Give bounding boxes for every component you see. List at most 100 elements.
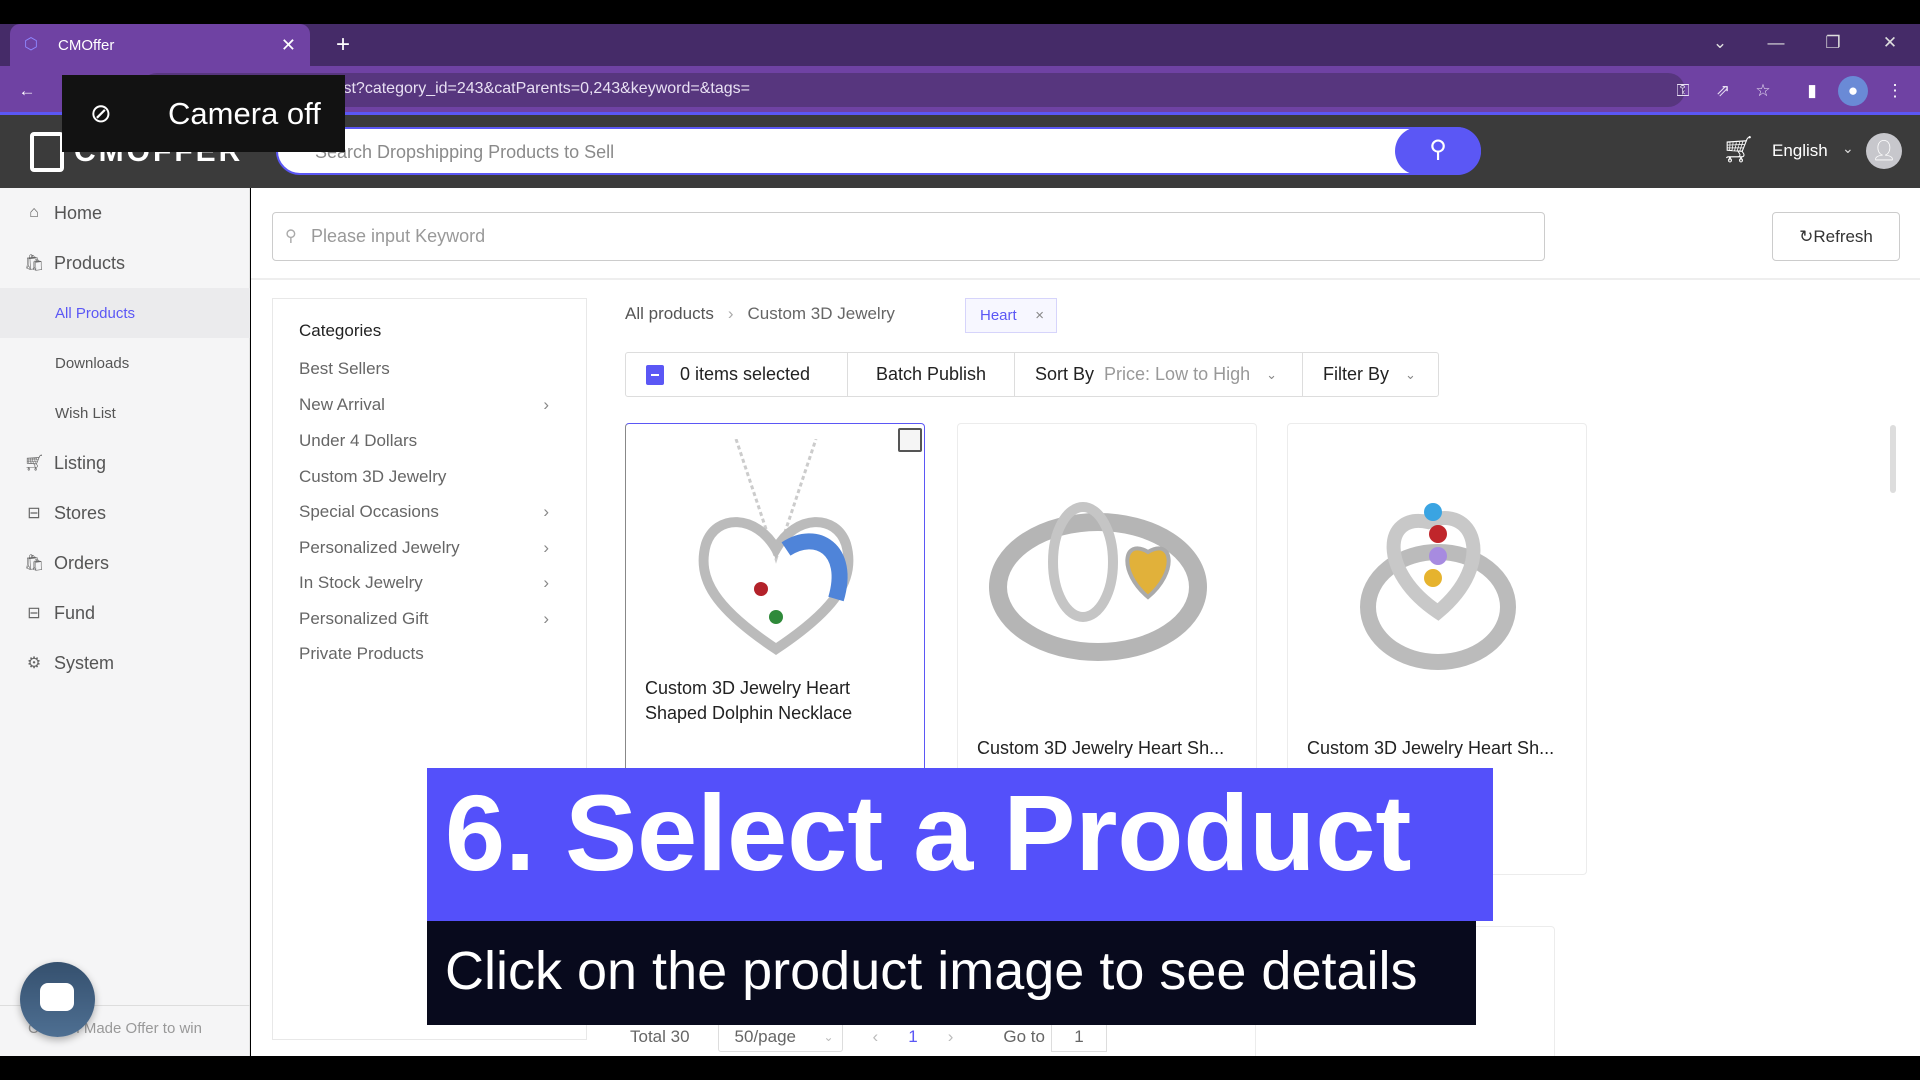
chevron-right-icon: › — [727, 304, 734, 323]
key-icon[interactable]: ⚿ — [1668, 76, 1698, 106]
chevron-right-icon[interactable]: › — [543, 538, 549, 558]
chevron-right-icon[interactable]: › — [543, 502, 549, 522]
side-panel-icon[interactable]: ▮ — [1797, 76, 1827, 106]
close-tab-icon[interactable]: ✕ — [281, 35, 296, 56]
breadcrumb: All products › Custom 3D Jewelry — [625, 304, 895, 324]
back-icon[interactable]: ← — [12, 76, 42, 106]
profile-icon[interactable]: ● — [1838, 76, 1868, 106]
sidebar-item-stores[interactable]: ⊟ Stores — [0, 488, 250, 538]
category-item[interactable]: Best Sellers — [299, 359, 549, 379]
header-search-button[interactable]: ⚲ — [1395, 127, 1481, 175]
filter-tag[interactable]: Heart × — [965, 298, 1057, 333]
sidebar-item-label: Listing — [54, 452, 107, 473]
camera-off-overlay: ⊘ Camera off — [62, 75, 345, 152]
sidebar-item-home[interactable]: ⌂ Home — [0, 188, 250, 238]
scrollbar[interactable] — [1890, 425, 1896, 493]
search-icon: ⚲ — [1429, 136, 1447, 163]
filter-label: Filter By — [1323, 364, 1390, 384]
chevron-right-icon[interactable]: › — [543, 395, 549, 415]
category-item[interactable]: Personalized Jewelry › — [299, 538, 549, 558]
language-select[interactable]: English — [1772, 141, 1828, 161]
store-icon: ⊟ — [27, 605, 41, 622]
product-image[interactable] — [988, 464, 1228, 689]
cart-icon: 🛒︎ — [24, 455, 45, 472]
tab-title: CMOffer — [58, 36, 115, 54]
product-image[interactable] — [656, 439, 896, 664]
sort-value: Price: Low to High — [1104, 364, 1251, 384]
sidebar-item-fund[interactable]: ⊟ Fund — [0, 588, 250, 638]
menu-kebab-icon[interactable]: ⋮ — [1880, 76, 1910, 106]
refresh-label: Refresh — [1813, 227, 1873, 246]
sidebar-item-products[interactable]: 🛍︎ Products — [0, 238, 250, 288]
select-all-checkbox[interactable] — [646, 364, 664, 385]
product-name[interactable]: Custom 3D Jewelry Heart Sh... — [1307, 736, 1567, 761]
bag-icon: 🛍︎ — [24, 555, 45, 572]
category-label: In Stock Jewelry — [299, 573, 423, 592]
chevron-right-icon[interactable]: › — [543, 609, 549, 629]
sidebar-item-system[interactable]: ⚙ System — [0, 638, 250, 688]
sidebar-item-listing[interactable]: 🛒︎ Listing — [0, 438, 250, 488]
sidebar-item-orders[interactable]: 🛍︎ Orders — [0, 538, 250, 588]
header-search-input[interactable]: Search Dropshipping Products to Sell — [276, 127, 1481, 175]
sidebar-item-wish-list[interactable]: Wish List — [0, 388, 250, 438]
product-checkbox[interactable] — [898, 428, 922, 452]
product-name[interactable]: Custom 3D Jewelry Heart Sh... — [977, 736, 1237, 761]
sidebar-item-label: Stores — [54, 502, 107, 523]
bottom-bar — [0, 1056, 1920, 1080]
sort-select[interactable]: Sort By Price: Low to High ⌄ — [1015, 353, 1303, 396]
cart-icon[interactable]: 🛒︎ — [1722, 134, 1755, 165]
sidebar-item-all-products[interactable]: All Products — [0, 288, 250, 338]
new-tab-button[interactable]: + — [326, 28, 360, 62]
goto-input[interactable]: 1 — [1050, 1022, 1107, 1052]
category-item[interactable]: Special Occasions › — [299, 502, 549, 522]
camera-off-icon: ⊘ — [90, 98, 112, 128]
category-label: Best Sellers — [299, 359, 390, 378]
keyword-placeholder: Please input Keyword — [311, 226, 486, 246]
category-item[interactable]: Private Products — [299, 644, 549, 664]
chevron-down-icon: ⌄ — [1405, 366, 1416, 382]
page-size-select[interactable]: 50/page ⌄ — [717, 1022, 843, 1052]
batch-publish-button[interactable]: Batch Publish — [848, 353, 1015, 396]
home-icon: ⌂ — [29, 204, 39, 221]
page-number[interactable]: 1 — [908, 1027, 917, 1047]
category-item[interactable]: Personalized Gift › — [299, 609, 549, 629]
share-icon[interactable]: ⇗ — [1708, 76, 1738, 106]
category-item[interactable]: Custom 3D Jewelry — [299, 467, 549, 487]
chat-bubble-icon — [40, 983, 74, 1011]
sidebar-item-label: System — [54, 652, 115, 673]
category-item[interactable]: Under 4 Dollars — [299, 431, 549, 451]
chevron-right-icon[interactable]: › — [543, 573, 549, 593]
sidebar-item-downloads[interactable]: Downloads — [0, 338, 250, 388]
filter-tag-label: Heart — [980, 307, 1017, 324]
refresh-icon: ↻ — [1799, 227, 1814, 246]
user-avatar[interactable]: 👤︎ — [1866, 133, 1902, 169]
category-label: Special Occasions — [299, 502, 439, 521]
close-window-icon[interactable]: ✕ — [1870, 26, 1910, 60]
breadcrumb-all-products[interactable]: All products — [625, 304, 714, 324]
bookmark-star-icon[interactable]: ☆ — [1748, 76, 1778, 106]
category-item[interactable]: New Arrival › — [299, 395, 549, 415]
breadcrumb-category[interactable]: Custom 3D Jewelry — [748, 304, 895, 324]
product-image[interactable] — [1318, 464, 1558, 689]
select-all[interactable]: 0 items selected — [626, 353, 848, 396]
browser-tab[interactable]: ⬡ CMOffer ✕ — [10, 24, 310, 66]
category-label: Personalized Gift — [299, 609, 429, 628]
sort-label: Sort By — [1035, 364, 1095, 384]
prev-page-icon[interactable]: ‹ — [873, 1027, 879, 1047]
filter-select[interactable]: Filter By ⌄ — [1303, 353, 1438, 396]
refresh-button[interactable]: ↻Refresh — [1772, 212, 1900, 261]
tab-search-icon[interactable]: ⌄ — [1700, 26, 1740, 60]
keyword-input[interactable]: ⚲ Please input Keyword — [272, 212, 1545, 261]
chevron-down-icon[interactable]: ⌄ — [1842, 140, 1854, 157]
category-label: Under 4 Dollars — [299, 431, 418, 450]
next-page-icon[interactable]: › — [948, 1027, 954, 1047]
bag-icon: 🛍︎ — [24, 255, 45, 272]
minimize-icon[interactable]: — — [1756, 26, 1796, 60]
category-item[interactable]: In Stock Jewelry › — [299, 573, 549, 593]
chat-button[interactable] — [20, 962, 95, 1037]
remove-tag-icon[interactable]: × — [1035, 299, 1044, 332]
restore-icon[interactable]: ❐ — [1813, 26, 1853, 60]
product-name[interactable]: Custom 3D Jewelry Heart Shaped Dolphin N… — [645, 676, 905, 726]
category-label: Personalized Jewelry — [299, 538, 460, 557]
goto-label: Go to — [1003, 1027, 1045, 1046]
